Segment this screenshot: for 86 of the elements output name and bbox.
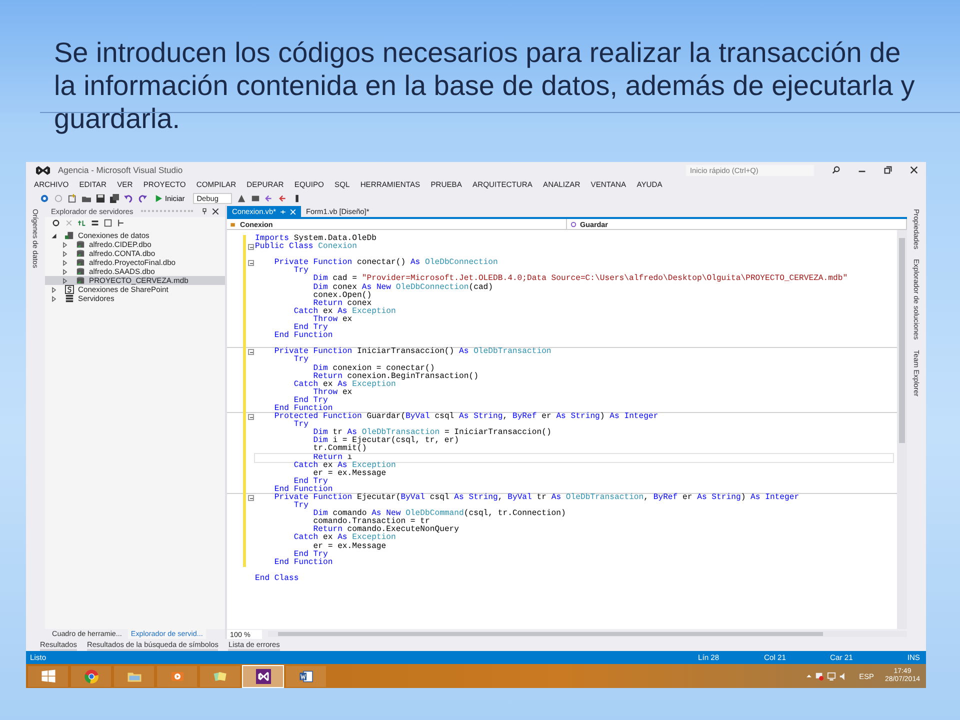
code-line: Return conexion.BeginTransaction() xyxy=(313,372,478,381)
new-project-icon[interactable] xyxy=(68,194,77,202)
code-line: Throw ex xyxy=(312,388,352,397)
code-line: End Class xyxy=(255,574,299,584)
expander-icon[interactable] xyxy=(51,286,57,292)
taskbar-button[interactable] xyxy=(243,666,283,686)
play-icon xyxy=(155,194,162,202)
code-line: Dim comando As New OleDbCommand(csql, tr.Connection) xyxy=(312,510,566,518)
code-line: er = ex.Message xyxy=(312,542,386,551)
save-icon[interactable] xyxy=(96,194,105,202)
collapse-icon[interactable] xyxy=(248,260,254,266)
code-line: Private Function conectar() As OleDbConnection xyxy=(273,259,498,268)
code-line: Try xyxy=(292,267,308,276)
code-line: Public Class Conexion xyxy=(255,243,358,252)
expander-icon[interactable] xyxy=(51,296,57,302)
studio-icon xyxy=(256,668,270,684)
code-line: Dim i = Ejecutar(csql, tr, er) xyxy=(312,437,460,446)
database-icon xyxy=(76,249,85,258)
pin-icon[interactable] xyxy=(201,208,208,214)
code-line: End Function xyxy=(273,332,333,340)
code-line: comando.Transaction = tr xyxy=(312,518,430,526)
code-line: Catch ex As Exception xyxy=(292,380,396,389)
code-line: End Try xyxy=(292,478,328,486)
window-title: Agencia - Microsoft Visual Studio xyxy=(58,165,183,175)
taskbar-button[interactable] xyxy=(286,666,326,686)
studio-logo-icon xyxy=(36,166,50,174)
save-all-icon[interactable] xyxy=(110,194,119,202)
browser-icon xyxy=(84,668,98,684)
network-icon[interactable] xyxy=(827,672,836,680)
expander-icon[interactable] xyxy=(51,232,57,238)
expander-icon[interactable] xyxy=(62,278,68,284)
windows-logo-icon xyxy=(40,668,56,684)
word-processor-icon xyxy=(298,668,314,684)
open-folder-icon[interactable] xyxy=(82,194,91,202)
code-line: er = ex.Message xyxy=(312,470,386,478)
code-line: Protected Function Guardar(ByVal csql As String, ByRef er As String) As Integer xyxy=(273,413,658,422)
code-line: tr.Commit() xyxy=(312,445,367,454)
search-icon[interactable] xyxy=(832,166,840,174)
database-icon xyxy=(76,276,85,285)
code-line: conex.Open() xyxy=(312,292,372,300)
database-icon xyxy=(76,267,85,276)
expander-icon[interactable] xyxy=(62,260,68,266)
code-line: End Function xyxy=(273,486,333,494)
expander-icon[interactable] xyxy=(62,250,68,256)
undo-icon[interactable] xyxy=(124,194,133,202)
code-line: Private Function Ejecutar(ByVal csql As String, ByVal tr As OleDbTransaction, ByRef er As String) As Integer xyxy=(273,494,800,502)
flag-icon[interactable] xyxy=(815,672,824,680)
code-line: Dim tr As OleDbTransaction = IniciarTransaccion() xyxy=(312,429,552,438)
database-connections-icon xyxy=(65,231,74,240)
code-line: Private Function IniciarTransaccion() As OleDbTransaction xyxy=(273,348,552,356)
expander-icon[interactable] xyxy=(62,242,68,248)
method-icon xyxy=(570,220,577,228)
expander-icon[interactable] xyxy=(62,268,68,274)
code-line: Return comando.ExecuteNonQuery xyxy=(313,526,460,534)
code-line: End Try xyxy=(292,396,328,405)
close-icon[interactable] xyxy=(910,166,918,174)
class-icon xyxy=(230,220,237,228)
close-icon[interactable] xyxy=(212,208,219,214)
collapse-icon[interactable] xyxy=(248,414,254,420)
code-line: Dim conex As New OleDbConnection(cad) xyxy=(312,284,494,292)
vertical-scrollbar[interactable] xyxy=(897,230,907,629)
code-line: End Try xyxy=(292,324,328,332)
redo-icon[interactable] xyxy=(138,194,147,202)
collapse-icon[interactable] xyxy=(248,495,254,501)
code-line: End Function xyxy=(273,558,333,567)
restore-icon[interactable] xyxy=(884,166,892,174)
code-line: Throw ex xyxy=(312,316,352,324)
database-icon xyxy=(76,258,85,267)
code-line: End Try xyxy=(292,550,328,559)
code-line: Try xyxy=(292,421,308,430)
code-line: Imports System.Data.OleDb xyxy=(255,235,376,243)
code-line: Try xyxy=(292,502,308,510)
code-line: Catch ex As Exception xyxy=(292,462,396,470)
tray-arrow-icon[interactable] xyxy=(806,673,812,679)
database-icon xyxy=(76,240,85,249)
code-line: End Function xyxy=(273,404,333,413)
code-line: Dim conexion = conectar() xyxy=(312,364,435,372)
slide-title: Se introducen los códigos necesarios para realizar la transacción de la información contenida en la base de datos, además de ejecutarla y guardarla. xyxy=(53,36,916,135)
horizontal-scrollbar[interactable] xyxy=(268,631,907,637)
code-line: Dim cad = "Provider=Microsoft.Jet.OLEDB.4.0;Data Source=C:\Users\alfredo\Desktop\Olguita\PROYECTO_CERVEZA.mdb" xyxy=(312,275,848,284)
code-line: Catch ex As Exception xyxy=(292,534,396,542)
code-line: Try xyxy=(292,356,308,364)
collapse-icon[interactable] xyxy=(248,244,254,250)
collapse-icon[interactable] xyxy=(248,349,254,356)
code-line: Catch ex As Exception xyxy=(292,308,396,316)
code-line: Return conex xyxy=(313,300,372,308)
